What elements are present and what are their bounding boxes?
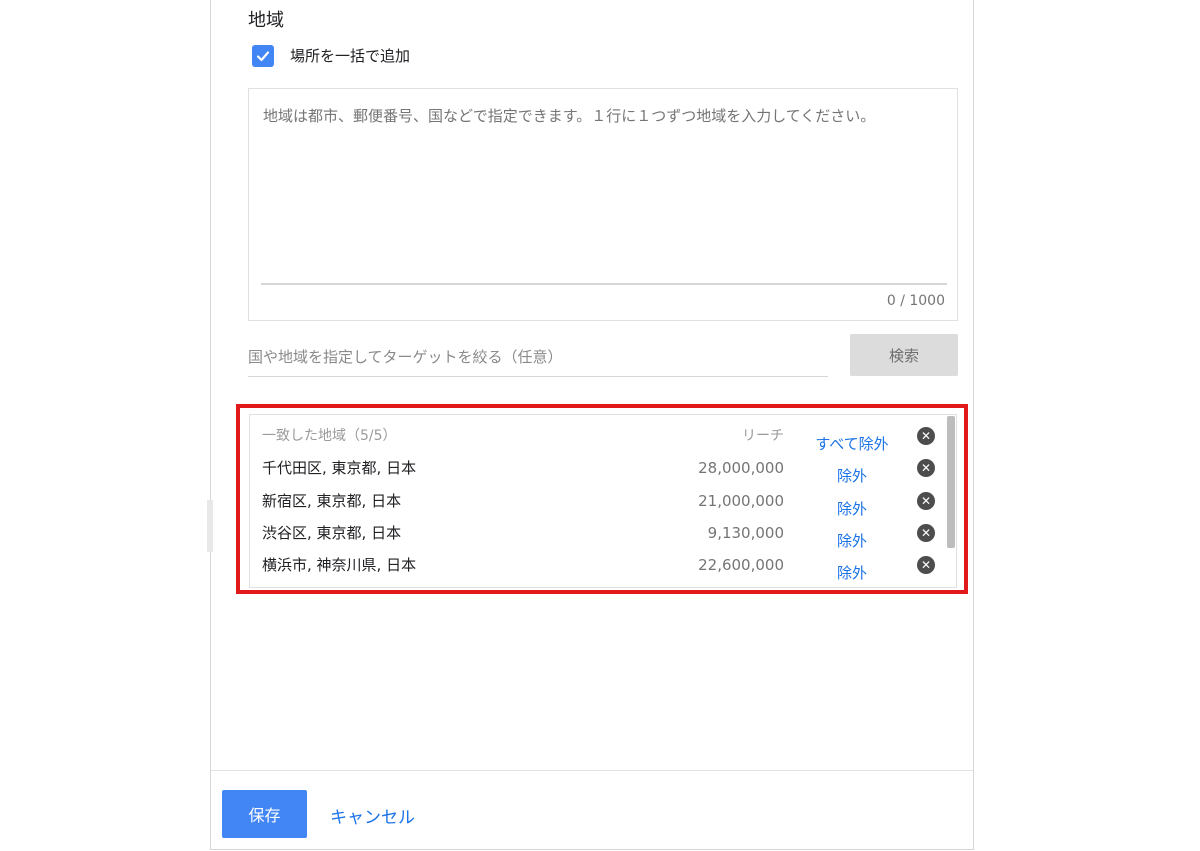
bulk-add-label: 場所を一括で追加 xyxy=(290,47,411,65)
target-filter-input[interactable]: 国や地域を指定してターゲットを絞る（任意） xyxy=(248,344,828,377)
highlight-annotation-box xyxy=(236,404,968,594)
search-button[interactable]: 検索 xyxy=(850,334,958,376)
panel-resize-handle[interactable] xyxy=(207,500,213,552)
save-button[interactable]: 保存 xyxy=(222,790,307,838)
char-count: 0 / 1000 xyxy=(886,293,945,309)
textarea-underline xyxy=(261,283,947,285)
bulk-locations-textarea-container: 0 / 1000 xyxy=(248,88,958,321)
cancel-button[interactable]: キャンセル xyxy=(330,803,415,828)
check-icon xyxy=(256,51,270,62)
bulk-locations-textarea[interactable] xyxy=(261,101,951,157)
bulk-add-checkbox[interactable] xyxy=(252,45,274,67)
footer-divider xyxy=(211,770,973,771)
section-title: 地域 xyxy=(248,10,284,31)
